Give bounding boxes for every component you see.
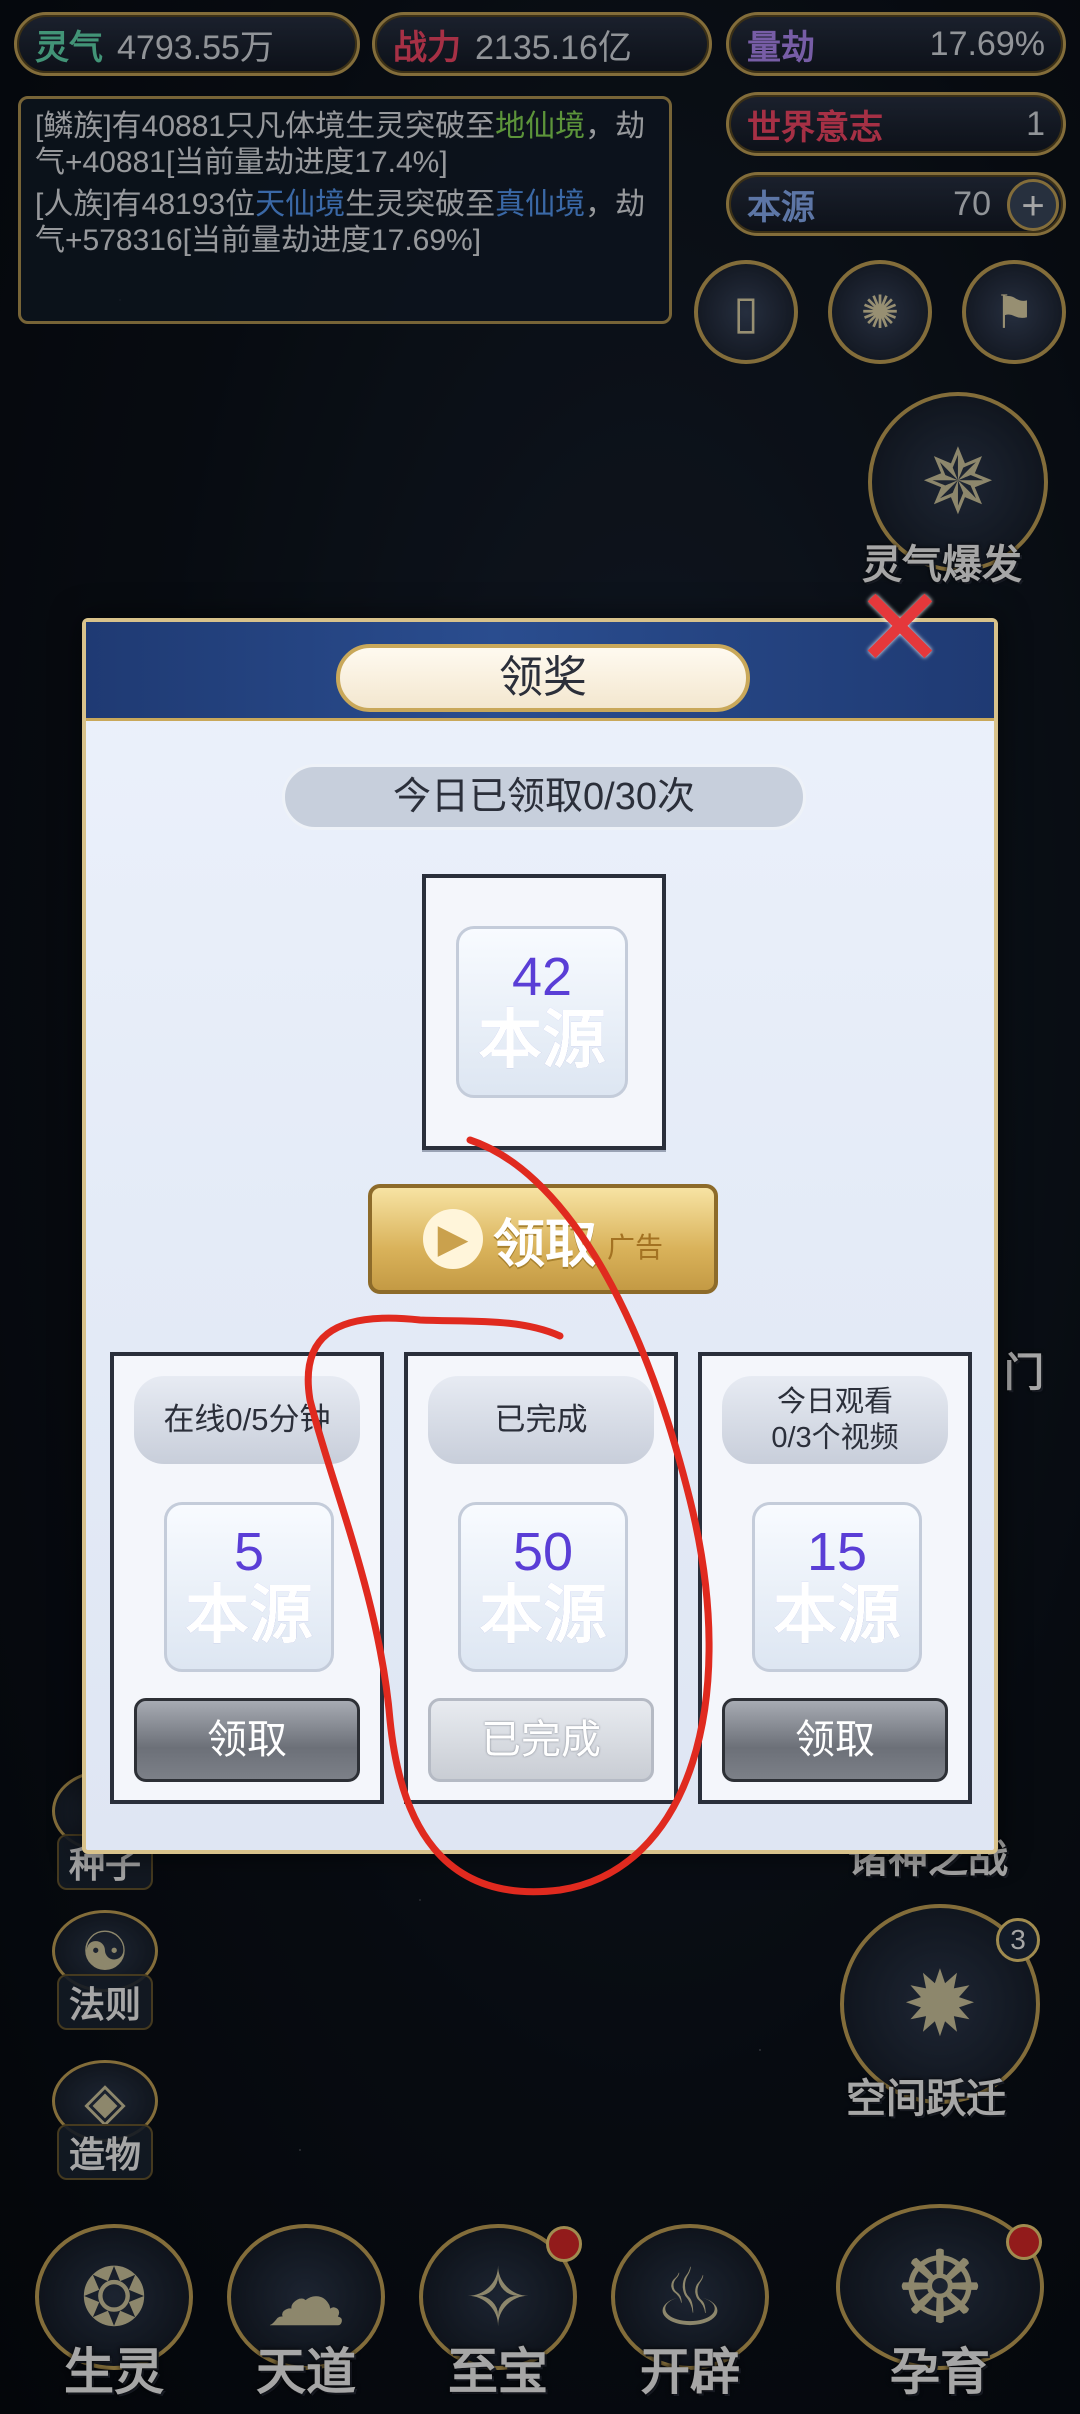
task-status: 已完成	[428, 1376, 654, 1464]
reward-amount: 5	[233, 1522, 265, 1582]
claim-ad-button[interactable]: ▶ 领取 广告	[368, 1184, 718, 1294]
close-icon[interactable]: ✕	[852, 567, 948, 690]
task-card-video: 今日观看 0/3个视频 15 本源 领取	[698, 1352, 972, 1804]
reward-item: 5 本源	[164, 1502, 334, 1672]
dialog-title: 领奖	[336, 644, 750, 712]
reward-amount: 15	[806, 1522, 868, 1582]
reward-amount: 50	[512, 1522, 574, 1582]
reward-item: 42 本源	[456, 926, 628, 1098]
task-card-online: 在线0/5分钟 5 本源 领取	[110, 1352, 384, 1804]
reward-name: 本源	[185, 1578, 313, 1653]
reward-item: 50 本源	[458, 1502, 628, 1672]
claim-count: 今日已领取0/30次	[282, 764, 806, 830]
task-status: 在线0/5分钟	[134, 1376, 360, 1464]
reward-dialog: 领奖 今日已领取0/30次 42 本源 ▶ 领取 广告 在线0/5分钟 5 本源…	[82, 618, 998, 1854]
main-reward-card: 42 本源	[422, 874, 666, 1150]
reward-amount: 42	[511, 947, 573, 1007]
claim-button[interactable]: 领取	[722, 1698, 948, 1782]
claim-button[interactable]: 领取	[134, 1698, 360, 1782]
reward-name: 本源	[479, 1578, 607, 1653]
claim-ad-label: 领取	[492, 1215, 597, 1274]
ad-tag: 广告	[607, 1232, 664, 1263]
task-card-completed: 已完成 50 本源 已完成	[404, 1352, 678, 1804]
task-status: 今日观看 0/3个视频	[722, 1376, 948, 1464]
reward-item: 15 本源	[752, 1502, 922, 1672]
play-icon: ▶	[422, 1209, 483, 1269]
reward-name: 本源	[478, 1003, 606, 1078]
completed-button: 已完成	[428, 1698, 654, 1782]
reward-name: 本源	[773, 1578, 901, 1653]
